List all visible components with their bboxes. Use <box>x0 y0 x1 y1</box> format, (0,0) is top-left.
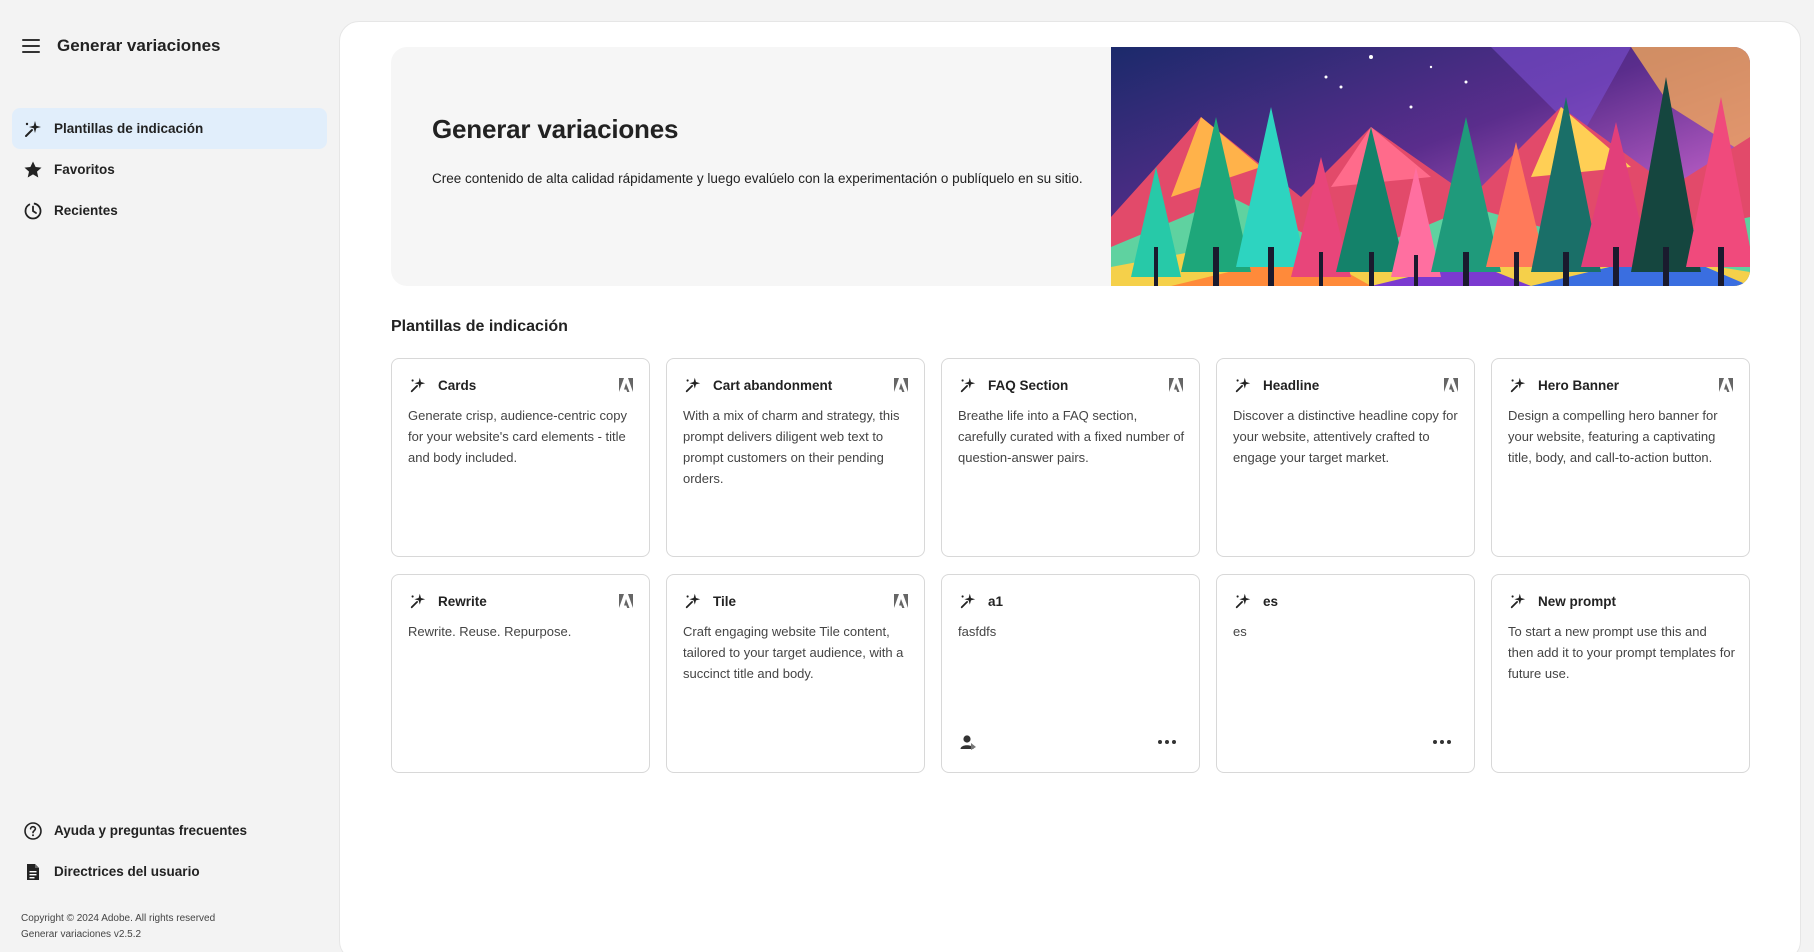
template-card-new-prompt[interactable]: New prompt To start a new prompt use thi… <box>1491 574 1750 773</box>
card-title: Cards <box>438 377 477 393</box>
more-options-icon[interactable] <box>1430 734 1454 750</box>
hero-title: Generar variaciones <box>432 114 679 144</box>
card-description: es <box>1233 624 1247 639</box>
card-header: FAQ Section <box>958 375 1185 395</box>
adobe-icon <box>892 592 910 610</box>
copyright-text: Copyright © 2024 Adobe. All rights reser… <box>21 913 216 924</box>
app: Generar variaciones Plantillas de indica… <box>0 0 1814 952</box>
sidebar-item-recent[interactable]: Recientes <box>12 190 327 231</box>
hero-banner: Generar variaciones Cree contenido de al… <box>391 47 1750 286</box>
template-card-es[interactable]: es es <box>1216 574 1475 773</box>
card-title: es <box>1263 593 1279 609</box>
sparkle-icon <box>683 375 703 395</box>
shared-user-icon <box>958 732 978 752</box>
card-title: Hero Banner <box>1538 377 1620 393</box>
card-header: Cart abandonment <box>683 375 910 395</box>
card-title: Tile <box>713 593 737 609</box>
section-title: Plantillas de indicación <box>391 318 568 335</box>
adobe-icon <box>1442 376 1460 394</box>
template-card-cards[interactable]: Cards Generate crisp, audience-centric c… <box>391 358 650 557</box>
template-card-rewrite[interactable]: Rewrite Rewrite. Reuse. Repurpose. <box>391 574 650 773</box>
sparkle-icon <box>408 591 428 611</box>
adobe-icon <box>617 376 635 394</box>
sparkle-icon <box>958 591 978 611</box>
card-header: Rewrite <box>408 591 635 611</box>
card-title: Cart abandonment <box>713 377 833 393</box>
more-options-icon[interactable] <box>1155 734 1179 750</box>
copyright: Copyright © 2024 Adobe. All rights reser… <box>21 911 215 943</box>
hero-description: Cree contenido de alta calidad rápidamen… <box>432 171 1083 186</box>
sparkle-icon <box>22 118 44 140</box>
sidebar-bottom: Ayuda y preguntas frecuentes Directrices… <box>12 810 327 892</box>
card-header: Tile <box>683 591 910 611</box>
card-description: Breathe life into a FAQ section, careful… <box>958 408 1185 465</box>
sidebar-item-prompt-templates[interactable]: Plantillas de indicación <box>12 108 327 149</box>
template-card-cart-abandonment[interactable]: Cart abandonment With a mix of charm and… <box>666 358 925 557</box>
card-header: a1 <box>958 591 1185 611</box>
document-icon <box>22 861 44 883</box>
card-title: FAQ Section <box>988 377 1069 393</box>
hero-illustration <box>1111 47 1750 286</box>
app-title: Generar variaciones <box>57 36 221 55</box>
card-header: es <box>1233 591 1460 611</box>
sparkle-icon <box>683 591 703 611</box>
card-description: Craft engaging website Tile content, tai… <box>683 624 904 681</box>
adobe-icon <box>1167 376 1185 394</box>
card-description: Rewrite. Reuse. Repurpose. <box>408 624 572 639</box>
sidebar-item-favorites[interactable]: Favoritos <box>12 149 327 190</box>
adobe-icon <box>1717 376 1735 394</box>
sparkle-icon <box>1508 591 1528 611</box>
menu-icon[interactable] <box>22 39 40 53</box>
sidebar: Generar variaciones Plantillas de indica… <box>0 0 338 952</box>
card-header: New prompt <box>1508 591 1735 611</box>
card-description: fasfdfs <box>958 624 997 639</box>
sidebar-item-label: Directrices del usuario <box>54 864 200 879</box>
main-panel: Generar variaciones Cree contenido de al… <box>339 21 1801 952</box>
recent-icon <box>22 200 44 222</box>
card-description: Generate crisp, audience-centric copy fo… <box>408 408 627 465</box>
card-description: To start a new prompt use this and then … <box>1508 624 1735 681</box>
version-text: Generar variaciones v2.5.2 <box>21 929 142 940</box>
card-description: With a mix of charm and strategy, this p… <box>683 408 900 486</box>
sidebar-item-label: Ayuda y preguntas frecuentes <box>54 823 248 838</box>
card-header: Hero Banner <box>1508 375 1735 395</box>
sparkle-icon <box>1233 375 1253 395</box>
adobe-icon <box>892 376 910 394</box>
card-description: Design a compelling hero banner for your… <box>1508 408 1718 465</box>
card-title: Headline <box>1263 377 1320 393</box>
sidebar-item-label: Recientes <box>54 203 118 218</box>
card-description: Discover a distinctive headline copy for… <box>1233 408 1458 465</box>
sparkle-icon <box>408 375 428 395</box>
template-card-a1[interactable]: a1 fasfdfs <box>941 574 1200 773</box>
sidebar-header: Generar variaciones <box>22 36 220 56</box>
card-title: Rewrite <box>438 593 487 609</box>
card-header: Headline <box>1233 375 1460 395</box>
help-icon <box>22 820 44 842</box>
template-card-faq-section[interactable]: FAQ Section Breathe life into a FAQ sect… <box>941 358 1200 557</box>
sidebar-item-label: Favoritos <box>54 162 115 177</box>
sparkle-icon <box>958 375 978 395</box>
sidebar-item-guidelines[interactable]: Directrices del usuario <box>12 851 327 892</box>
template-card-hero-banner[interactable]: Hero Banner Design a compelling hero ban… <box>1491 358 1750 557</box>
template-card-tile[interactable]: Tile Craft engaging website Tile content… <box>666 574 925 773</box>
template-card-headline[interactable]: Headline Discover a distinctive headline… <box>1216 358 1475 557</box>
adobe-icon <box>617 592 635 610</box>
sidebar-item-label: Plantillas de indicación <box>54 121 204 136</box>
card-header: Cards <box>408 375 635 395</box>
card-title: New prompt <box>1538 593 1617 609</box>
sidebar-nav: Plantillas de indicación Favoritos Recie… <box>12 108 327 231</box>
star-icon <box>22 159 44 181</box>
sidebar-item-help[interactable]: Ayuda y preguntas frecuentes <box>12 810 327 851</box>
sparkle-icon <box>1508 375 1528 395</box>
sparkle-icon <box>1233 591 1253 611</box>
card-title: a1 <box>988 593 1004 609</box>
